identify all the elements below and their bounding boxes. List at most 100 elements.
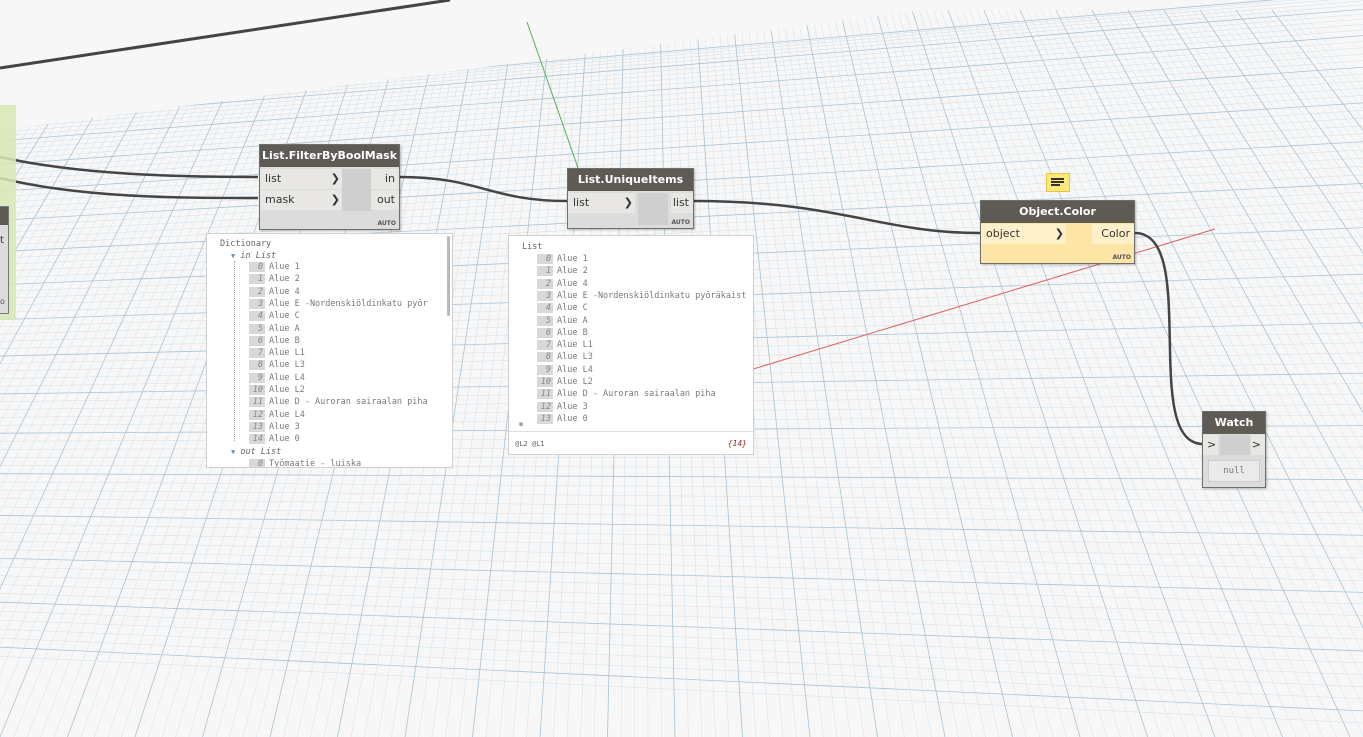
list-item: 13 Alue 3 — [249, 421, 300, 432]
list-levels: @L2 @L1 — [515, 440, 545, 448]
item-value: Alue L3 — [557, 352, 593, 363]
item-value: Alue L1 — [269, 348, 305, 359]
list-item: 9 Alue L4 — [537, 364, 593, 375]
node-title[interactable]: Object.Color — [981, 201, 1134, 223]
item-index: 9 — [537, 364, 553, 375]
list-item: 14 Alue 0 — [249, 434, 300, 445]
list-item: 12 Alue L4 — [249, 409, 305, 420]
output-port-out[interactable]: out — [371, 190, 399, 210]
item-index: 3 — [537, 290, 553, 301]
item-index: 6 — [249, 335, 265, 346]
node-title[interactable]: List.UniqueItems — [568, 169, 693, 191]
node-object-color[interactable]: Object.Color object ❯ Color AUTO — [980, 200, 1135, 264]
item-index: 6 — [537, 327, 553, 338]
item-value: Alue A — [557, 315, 588, 326]
port-label: > — [1251, 438, 1261, 451]
item-index: 4 — [249, 311, 265, 322]
port-label: object — [986, 227, 1020, 240]
item-value: Alue 0 — [557, 413, 588, 424]
output-port[interactable]: > — [1251, 435, 1265, 455]
list-item: 2 Alue 4 — [537, 278, 588, 289]
chevron-right-icon: ❯ — [330, 193, 340, 206]
node-center-area — [342, 169, 374, 211]
chevron-right-icon: ❯ — [1054, 227, 1064, 240]
list-item: 13 Alue 0 — [537, 413, 588, 424]
item-index: 4 — [537, 303, 553, 314]
item-index: 10 — [537, 377, 553, 387]
item-index: 7 — [249, 348, 265, 359]
item-index: 1 — [249, 274, 265, 285]
list-item: 0 Alue 1 — [537, 254, 588, 264]
input-port[interactable]: > — [1203, 435, 1218, 455]
node-title[interactable]: Watch — [1203, 412, 1265, 434]
item-value: Alue L2 — [269, 385, 305, 395]
caret-down-icon: ▼ — [231, 448, 236, 456]
tree-label: in List — [240, 251, 277, 261]
input-port-list[interactable]: list ❯ — [260, 169, 342, 189]
port-label: > — [1207, 438, 1217, 451]
port-label: in — [384, 172, 395, 185]
item-index: 8 — [249, 360, 265, 371]
node-filter-by-bool-mask[interactable]: List.FilterByBoolMask list ❯ mask ❯ in o… — [259, 144, 400, 230]
input-port-object[interactable]: object ❯ — [981, 224, 1066, 244]
partial-port-label: t — [0, 235, 4, 246]
list-item: 5 Alue A — [537, 315, 588, 326]
item-index: 12 — [249, 409, 265, 420]
node-title[interactable]: List.FilterByBoolMask — [260, 145, 399, 167]
scrollbar[interactable] — [447, 236, 450, 316]
list-item: 11 Alue D - Auroran sairaalan piha — [537, 389, 716, 400]
list-item: 2 Alue 4 — [249, 286, 300, 297]
preview-bubble-unique[interactable]: List 0 Alue 1 1 Alue 2 2 Alue 4 3 Alue E -Norde… — [508, 235, 754, 455]
item-index: 0 — [249, 262, 265, 272]
item-value: Alue 1 — [557, 254, 588, 264]
item-index: 2 — [537, 278, 553, 289]
output-port-color[interactable]: Color — [1092, 224, 1134, 244]
item-index: 11 — [249, 397, 265, 408]
tree-node-out[interactable]: ▼ out List — [231, 447, 281, 457]
tree-label: out List — [240, 447, 282, 457]
item-index: 13 — [537, 413, 553, 424]
item-value: Alue L1 — [557, 340, 593, 351]
tree-end-marker: ● — [519, 420, 524, 428]
preview-bubble-filter[interactable]: Dictionary ▼ in List 0 Alue 1 1 Alue 2 2 Alue… — [206, 233, 453, 468]
item-index: 11 — [537, 389, 553, 400]
output-port-list[interactable]: list — [671, 193, 693, 213]
list-item: 4 Alue C — [537, 303, 588, 314]
lacing-label: AUTO — [377, 220, 396, 227]
info-bubble-icon[interactable] — [1046, 173, 1070, 192]
item-index: 3 — [249, 298, 265, 309]
item-index: 0 — [537, 254, 553, 264]
item-index: 12 — [537, 401, 553, 412]
item-value: Alue L3 — [269, 360, 305, 371]
output-port-in[interactable]: in — [371, 169, 399, 189]
port-label: Color — [1101, 227, 1130, 240]
list-item: 0 Alue 1 — [249, 262, 300, 272]
caret-down-icon: ▼ — [231, 252, 236, 260]
preview-footer-divider — [509, 431, 753, 432]
item-value: Alue L4 — [557, 364, 593, 375]
item-value: Alue L2 — [557, 377, 593, 387]
item-value: Alue L4 — [269, 409, 305, 420]
partial-node[interactable]: t o — [0, 206, 9, 314]
watch-value: null — [1223, 466, 1245, 476]
chevron-right-icon: ❯ — [623, 196, 633, 209]
item-index: 5 — [537, 315, 553, 326]
tree-guide-line — [234, 261, 236, 441]
item-index: 10 — [249, 385, 265, 395]
node-center-area — [638, 193, 668, 225]
port-label: list — [672, 196, 689, 209]
item-value: Alue D - Auroran sairaalan piha — [269, 397, 428, 408]
node-watch[interactable]: Watch > > null — [1202, 411, 1266, 488]
lacing-label: AUTO — [1112, 254, 1131, 261]
input-port-list[interactable]: list ❯ — [568, 193, 635, 213]
port-label: out — [376, 193, 395, 206]
item-index: 9 — [249, 372, 265, 383]
list-item: 3 Alue E -Nordenskiöldinkatu pyör — [249, 298, 428, 309]
item-index: 8 — [537, 352, 553, 363]
list-item: 3 Alue E -Nordenskiöldinkatu pyöräkaist — [537, 290, 746, 301]
tree-node-in[interactable]: ▼ in List — [231, 251, 276, 261]
input-port-mask[interactable]: mask ❯ — [260, 190, 342, 210]
list-item: 5 Alue A — [249, 323, 300, 334]
node-unique-items[interactable]: List.UniqueItems list ❯ list AUTO — [567, 168, 694, 229]
item-value: Alue L4 — [269, 372, 305, 383]
